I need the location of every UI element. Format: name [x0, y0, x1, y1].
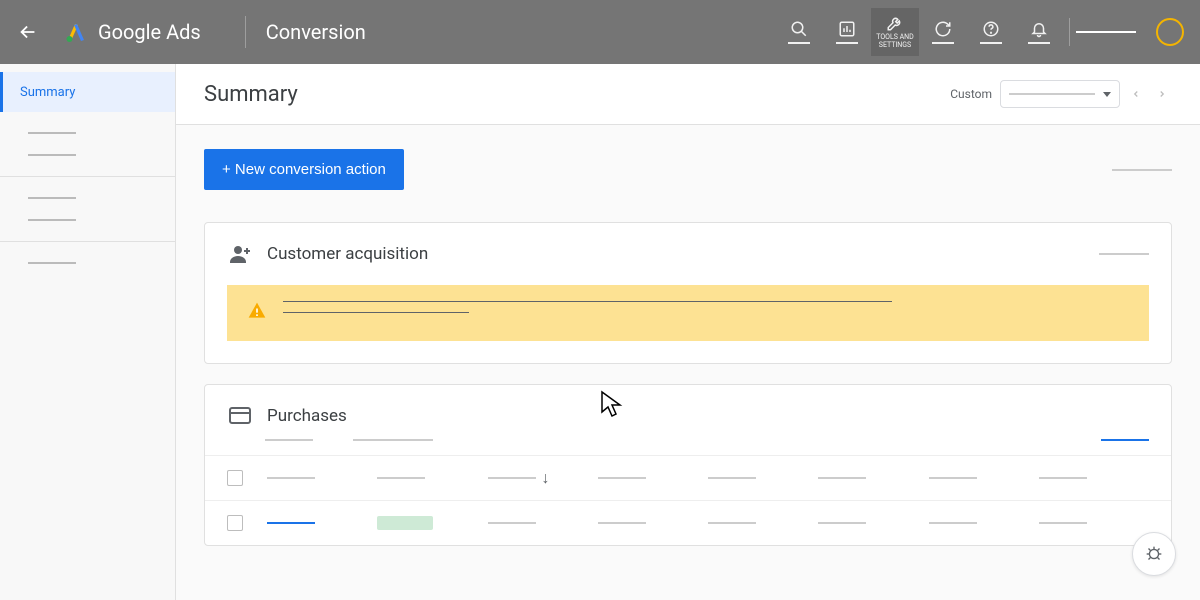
purchases-title: Purchases: [267, 406, 347, 426]
sidebar-item-summary[interactable]: Summary: [0, 72, 175, 112]
table-cell: [708, 522, 818, 524]
chevron-down-icon: [1103, 92, 1111, 97]
main-content: Summary Custom + New conversion action: [176, 64, 1200, 600]
table-header-col[interactable]: [377, 477, 487, 479]
subheader-placeholder: [353, 439, 433, 441]
date-range-select[interactable]: [1000, 80, 1120, 108]
table-header-row: ↓: [205, 455, 1171, 500]
table-cell-status: [377, 516, 487, 530]
topbar-section-label: Conversion: [266, 20, 366, 44]
sidebar: Summary: [0, 64, 176, 600]
sidebar-divider: [0, 241, 175, 242]
table-cell: [488, 522, 598, 524]
card-header-placeholder: [1099, 253, 1149, 255]
table-cell: [1039, 522, 1149, 524]
table-header-col-sorted[interactable]: ↓: [488, 468, 598, 488]
subheader-placeholder: [265, 439, 313, 441]
warning-icon: [247, 301, 267, 325]
sidebar-item-placeholder[interactable]: [28, 154, 76, 156]
status-pill: [377, 516, 433, 530]
table-cell: [598, 522, 708, 524]
sidebar-item-placeholder[interactable]: [28, 132, 76, 134]
top-bar: Google Ads Conversion TOOLS AND SETTINGS: [0, 0, 1200, 64]
table-cell: [818, 522, 928, 524]
table-cell: [929, 522, 1039, 524]
customer-acquisition-icon: [227, 241, 253, 267]
subheader-link-placeholder[interactable]: [1101, 439, 1149, 441]
tools-label: TOOLS AND SETTINGS: [871, 34, 919, 49]
brand-name: Google Ads: [98, 20, 201, 44]
page-title: Summary: [204, 82, 298, 107]
date-range-placeholder: [1009, 93, 1095, 95]
table-header-col[interactable]: [598, 477, 708, 479]
table-header-col[interactable]: [708, 477, 818, 479]
table-header-col[interactable]: [929, 477, 1039, 479]
purchases-card: Purchases ↓: [204, 384, 1172, 546]
refresh-icon[interactable]: [919, 8, 967, 56]
select-all-checkbox[interactable]: [227, 470, 243, 486]
date-range-label: Custom: [950, 87, 992, 101]
reports-icon[interactable]: [823, 8, 871, 56]
feedback-fab[interactable]: [1132, 532, 1176, 576]
warning-text-placeholder: [283, 312, 469, 313]
topbar-actions: TOOLS AND SETTINGS: [775, 8, 1184, 56]
topbar-separator: [1069, 18, 1070, 46]
account-placeholder: [1076, 31, 1136, 33]
help-icon[interactable]: [967, 8, 1015, 56]
warning-banner: [227, 285, 1149, 341]
bug-icon: [1143, 543, 1165, 565]
tools-settings-icon[interactable]: TOOLS AND SETTINGS: [871, 8, 919, 56]
purchases-icon: [227, 403, 253, 429]
notifications-icon[interactable]: [1015, 8, 1063, 56]
table-row[interactable]: [205, 500, 1171, 545]
table-header-col[interactable]: [818, 477, 928, 479]
sidebar-divider: [0, 176, 175, 177]
google-ads-logo-icon: [64, 20, 88, 44]
back-button[interactable]: [16, 20, 40, 44]
topbar-divider: [245, 16, 246, 48]
sidebar-item-placeholder[interactable]: [28, 262, 76, 264]
table-header-col[interactable]: [1039, 477, 1149, 479]
date-next-button[interactable]: [1152, 84, 1172, 104]
search-icon[interactable]: [775, 8, 823, 56]
sort-down-icon: ↓: [542, 468, 550, 488]
sidebar-item-placeholder[interactable]: [28, 197, 76, 199]
table-header-col[interactable]: [267, 477, 377, 479]
new-conversion-button[interactable]: + New conversion action: [204, 149, 404, 190]
customer-acquisition-card: Customer acquisition: [204, 222, 1172, 364]
customer-acquisition-title: Customer acquisition: [267, 244, 428, 264]
warning-text-placeholder: [283, 301, 892, 302]
sidebar-item-placeholder[interactable]: [28, 219, 76, 221]
table-cell: [267, 522, 377, 524]
row-checkbox[interactable]: [227, 515, 243, 531]
date-prev-button[interactable]: [1126, 84, 1146, 104]
action-placeholder[interactable]: [1112, 169, 1172, 171]
brand-logo[interactable]: Google Ads: [64, 20, 201, 44]
content-header: Summary Custom: [176, 64, 1200, 125]
account-avatar[interactable]: [1156, 18, 1184, 46]
